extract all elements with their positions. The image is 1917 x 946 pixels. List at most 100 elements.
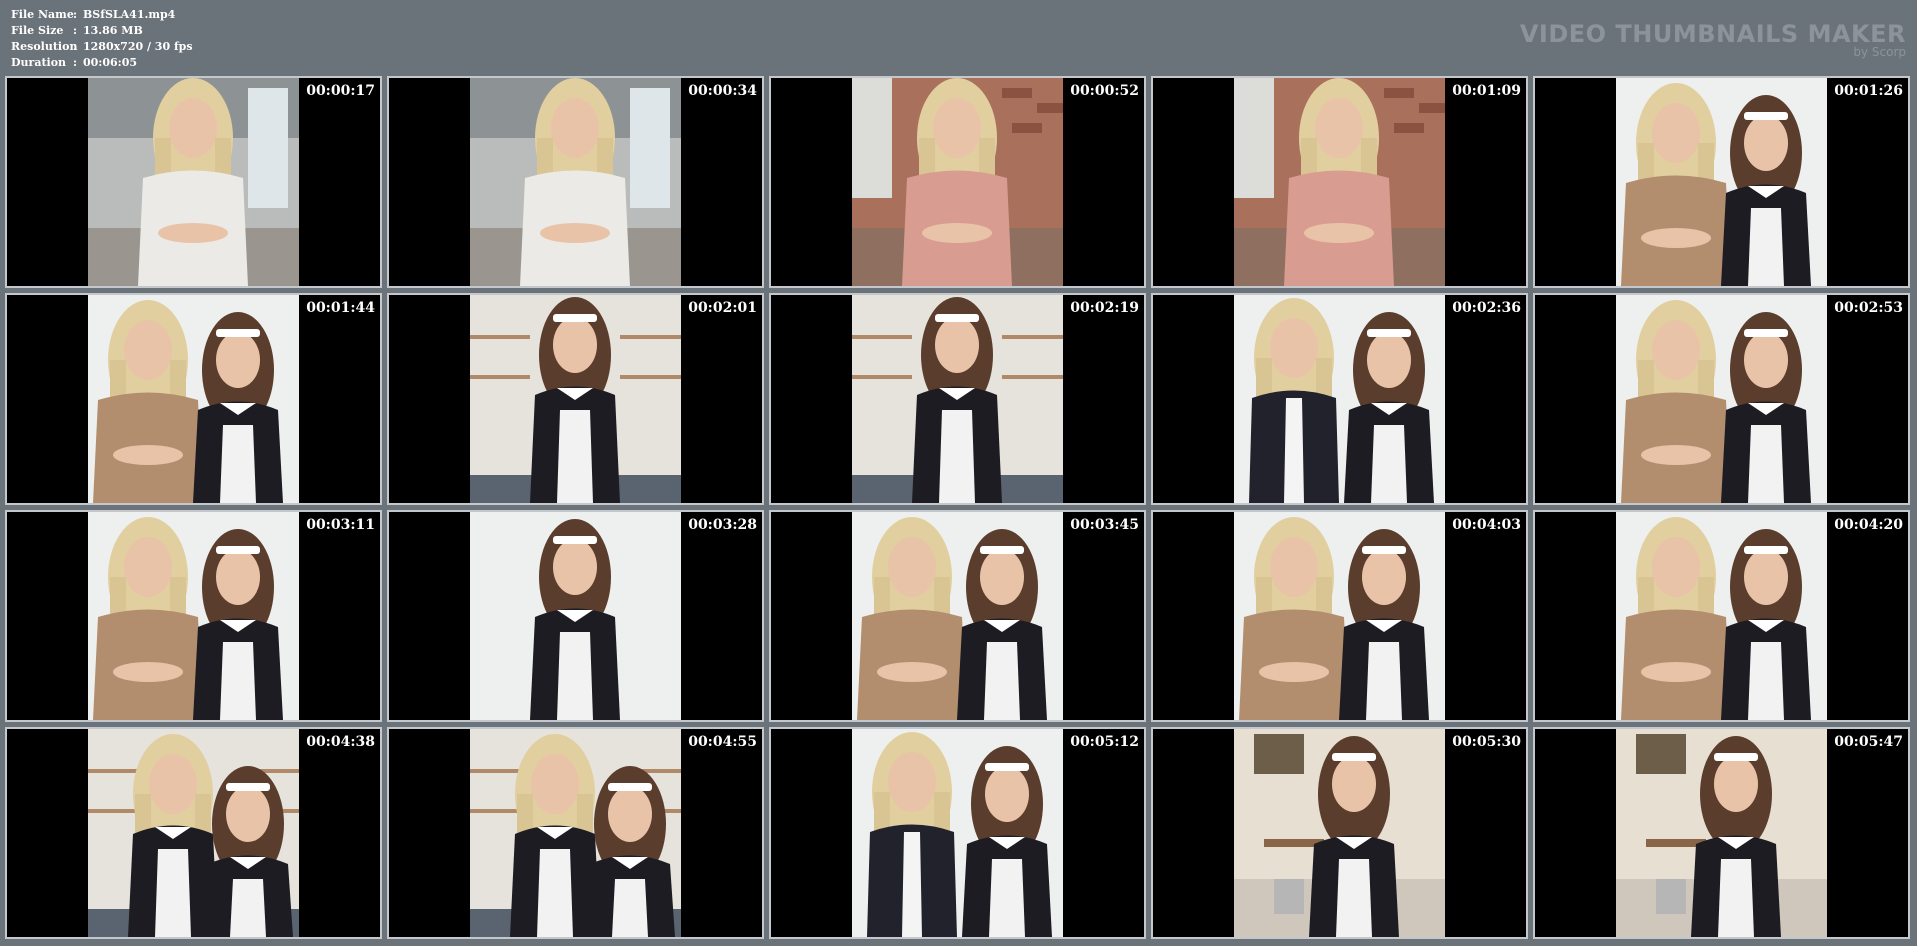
timestamp: 00:05:12 (1070, 734, 1139, 750)
thumbnail-image (470, 729, 681, 937)
thumbnail[interactable]: 00:02:53 (1533, 293, 1910, 505)
timestamp: 00:02:01 (688, 300, 757, 316)
thumbnail[interactable]: 00:05:47 (1533, 727, 1910, 939)
thumbnail-image (88, 512, 299, 720)
file-info-value: 1280x720 / 30 fps (83, 40, 193, 53)
thumbnail-grid: 00:00:17 00:00:34 00:00:52 00:01:09 00:0… (5, 76, 1910, 939)
thumbnail[interactable]: 00:01:26 (1533, 76, 1910, 288)
thumbnail-frame (852, 295, 1063, 503)
thumbnail-image (1616, 729, 1827, 937)
file-info-value: 00:06:05 (83, 56, 138, 69)
brand-watermark: VIDEO THUMBNAILS MAKER by Scorp (1520, 20, 1906, 58)
file-info-value: 13.86 MB (83, 24, 143, 37)
file-info-label: File Size (11, 24, 64, 37)
thumbnail-frame (88, 512, 299, 720)
file-info-size-row: File Size : 13.86 MB (11, 23, 193, 39)
thumbnail-frame (852, 512, 1063, 720)
thumbnail-image (1234, 295, 1445, 503)
thumbnail-frame (1234, 729, 1445, 937)
thumbnail[interactable]: 00:04:55 (387, 727, 764, 939)
thumbnail-image (88, 295, 299, 503)
thumbnail[interactable]: 00:01:09 (1151, 76, 1528, 288)
thumbnail-frame (1616, 512, 1827, 720)
thumbnail-frame (852, 78, 1063, 286)
thumbnail-frame (852, 729, 1063, 937)
thumbnail[interactable]: 00:02:19 (769, 293, 1146, 505)
thumbnail[interactable]: 00:00:17 (5, 76, 382, 288)
thumbnail-frame (1616, 78, 1827, 286)
timestamp: 00:03:11 (306, 517, 375, 533)
thumbnail[interactable]: 00:03:45 (769, 510, 1146, 722)
thumbnail-image (88, 729, 299, 937)
file-info: File Name : BSfSLA41.mp4 File Size : 13.… (11, 7, 193, 71)
file-info-value: BSfSLA41.mp4 (83, 8, 176, 21)
thumbnail-frame (470, 295, 681, 503)
timestamp: 00:04:38 (306, 734, 375, 750)
thumbnail-frame (1616, 729, 1827, 937)
thumbnail-frame (470, 78, 681, 286)
file-info-resolution-row: Resolution : 1280x720 / 30 fps (11, 39, 193, 55)
timestamp: 00:01:44 (306, 300, 375, 316)
thumbnail-frame (1234, 78, 1445, 286)
timestamp: 00:02:19 (1070, 300, 1139, 316)
file-info-label: Resolution (11, 40, 78, 53)
thumbnail-frame (88, 729, 299, 937)
thumbnail[interactable]: 00:00:52 (769, 76, 1146, 288)
thumbnail-frame (1234, 295, 1445, 503)
thumbnail-image (1616, 512, 1827, 720)
file-info-label: Duration (11, 56, 67, 69)
file-info-separator: : (73, 56, 78, 69)
timestamp: 00:05:47 (1834, 734, 1903, 750)
thumbnail-image (1234, 78, 1445, 286)
thumbnail[interactable]: 00:01:44 (5, 293, 382, 505)
thumbnail-frame (1616, 295, 1827, 503)
thumbnail-image (1234, 512, 1445, 720)
timestamp: 00:01:26 (1834, 83, 1903, 99)
thumbnail-image (1616, 78, 1827, 286)
file-info-name-row: File Name : BSfSLA41.mp4 (11, 7, 193, 23)
file-info-duration-row: Duration : 00:06:05 (11, 55, 193, 71)
timestamp: 00:00:52 (1070, 83, 1139, 99)
thumbnail-image (470, 78, 681, 286)
timestamp: 00:02:53 (1834, 300, 1903, 316)
thumbnail[interactable]: 00:05:30 (1151, 727, 1528, 939)
thumbnail-frame (470, 512, 681, 720)
file-info-separator: : (73, 40, 78, 53)
thumbnail[interactable]: 00:05:12 (769, 727, 1146, 939)
thumbnail[interactable]: 00:03:28 (387, 510, 764, 722)
thumbnail-image (852, 295, 1063, 503)
thumbnail[interactable]: 00:04:03 (1151, 510, 1528, 722)
thumbnail[interactable]: 00:02:01 (387, 293, 764, 505)
thumbnail[interactable]: 00:04:38 (5, 727, 382, 939)
thumbnail-image (470, 295, 681, 503)
thumbnail-image (852, 729, 1063, 937)
thumbnail-frame (470, 729, 681, 937)
timestamp: 00:03:28 (688, 517, 757, 533)
thumbnail-image (852, 78, 1063, 286)
thumbnail-frame (88, 78, 299, 286)
timestamp: 00:04:20 (1834, 517, 1903, 533)
thumbnail[interactable]: 00:02:36 (1151, 293, 1528, 505)
timestamp: 00:00:34 (688, 83, 757, 99)
thumbnail[interactable]: 00:00:34 (387, 76, 764, 288)
thumbnail-image (88, 78, 299, 286)
thumbnail-frame (88, 295, 299, 503)
thumbnail-image (1616, 295, 1827, 503)
timestamp: 00:03:45 (1070, 517, 1139, 533)
thumbnail[interactable]: 00:03:11 (5, 510, 382, 722)
timestamp: 00:04:03 (1452, 517, 1521, 533)
file-info-separator: : (73, 24, 78, 37)
thumbnail-frame (1234, 512, 1445, 720)
timestamp: 00:01:09 (1452, 83, 1521, 99)
timestamp: 00:05:30 (1452, 734, 1521, 750)
file-info-label: File Name (11, 8, 74, 21)
thumbnail-image (1234, 729, 1445, 937)
thumbnail-image (470, 512, 681, 720)
brand-title: VIDEO THUMBNAILS MAKER (1519, 20, 1906, 48)
file-info-separator: : (73, 8, 78, 21)
timestamp: 00:02:36 (1452, 300, 1521, 316)
thumbnail[interactable]: 00:04:20 (1533, 510, 1910, 722)
timestamp: 00:00:17 (306, 83, 375, 99)
timestamp: 00:04:55 (688, 734, 757, 750)
thumbnail-image (852, 512, 1063, 720)
